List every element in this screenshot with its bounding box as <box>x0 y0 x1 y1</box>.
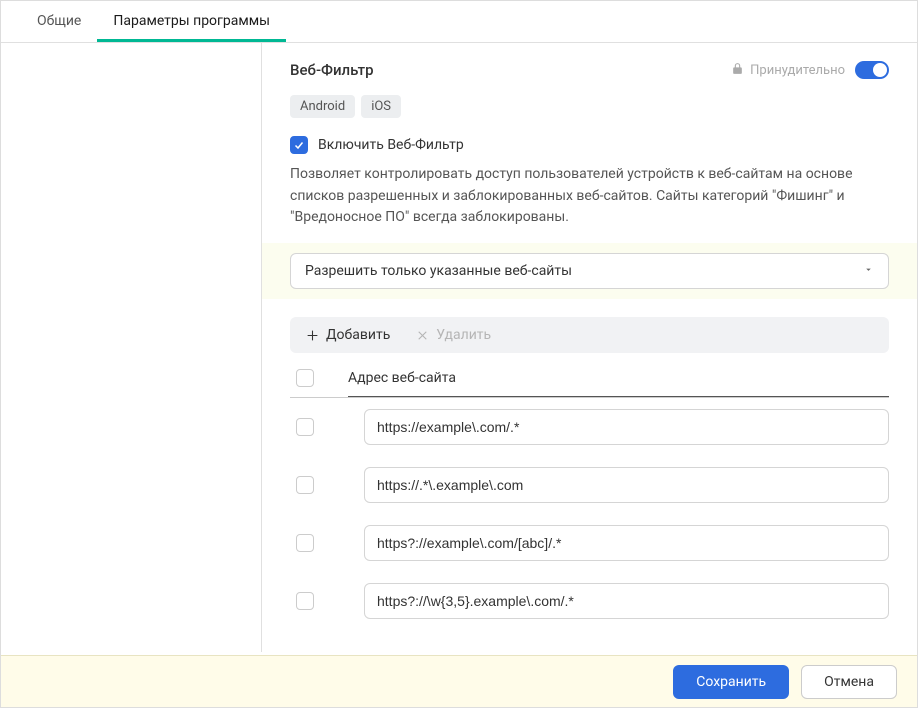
add-button-label: Добавить <box>326 327 390 343</box>
add-button[interactable]: Добавить <box>306 327 390 343</box>
platform-chips: Android iOS <box>290 95 889 118</box>
main-panel: Веб-Фильтр Принудительно Android iOS Вкл… <box>262 43 917 652</box>
row-checkbox-cell <box>290 466 348 504</box>
forced-label-text: Принудительно <box>750 63 845 78</box>
address-input[interactable] <box>364 525 889 561</box>
address-input[interactable] <box>364 409 889 445</box>
enable-webfilter-row: Включить Веб-Фильтр <box>290 136 889 154</box>
row-checkbox[interactable] <box>296 476 314 494</box>
row-checkbox[interactable] <box>296 534 314 552</box>
delete-button-label: Удалить <box>436 327 491 343</box>
content-area: Веб-Фильтр Принудительно Android iOS Вкл… <box>1 43 917 652</box>
save-button[interactable]: Сохранить <box>673 665 789 699</box>
lock-icon <box>731 62 744 79</box>
table-row <box>290 572 889 630</box>
header-address[interactable]: Адрес веб-сайта <box>348 360 889 397</box>
chip-android: Android <box>290 95 355 118</box>
sites-toolbar: Добавить Удалить <box>290 317 889 353</box>
mode-select-value: Разрешить только указанные веб-сайты <box>305 263 572 279</box>
row-checkbox[interactable] <box>296 418 314 436</box>
table-header-row: Адрес веб-сайта <box>290 359 889 398</box>
footer-bar: Сохранить Отмена <box>1 655 917 707</box>
address-input[interactable] <box>364 467 889 503</box>
row-checkbox[interactable] <box>296 592 314 610</box>
mode-select[interactable]: Разрешить только указанные веб-сайты <box>290 253 889 289</box>
webfilter-header: Веб-Фильтр Принудительно <box>290 61 889 79</box>
forced-label: Принудительно <box>731 62 845 79</box>
row-checkbox-cell <box>290 524 348 562</box>
webfilter-forced-group: Принудительно <box>731 61 889 79</box>
row-checkbox-cell <box>290 408 348 446</box>
tab-general[interactable]: Общие <box>21 1 97 42</box>
enable-webfilter-checkbox[interactable] <box>290 136 308 154</box>
table-row <box>290 514 889 572</box>
address-cell <box>364 409 889 445</box>
delete-button: Удалить <box>416 327 491 343</box>
tab-program-params[interactable]: Параметры программы <box>97 1 286 42</box>
close-icon <box>416 329 429 342</box>
webfilter-title: Веб-Фильтр <box>290 61 374 79</box>
address-input[interactable] <box>364 583 889 619</box>
address-cell <box>364 583 889 619</box>
header-checkbox-cell <box>290 359 348 397</box>
select-all-checkbox[interactable] <box>296 369 314 387</box>
row-checkbox-cell <box>290 582 348 620</box>
table-row <box>290 398 889 456</box>
sites-table: Адрес веб-сайта <box>290 359 889 630</box>
table-row <box>290 456 889 514</box>
mode-select-wrap: Разрешить только указанные веб-сайты <box>262 243 917 299</box>
webfilter-forced-toggle[interactable] <box>855 61 889 79</box>
enable-webfilter-label: Включить Веб-Фильтр <box>318 137 464 153</box>
tabs-bar: Общие Параметры программы <box>1 1 917 43</box>
webfilter-description: Позволяет контролировать доступ пользова… <box>290 164 889 229</box>
chip-ios: iOS <box>361 95 401 118</box>
plus-icon <box>306 329 319 342</box>
address-cell <box>364 525 889 561</box>
cancel-button[interactable]: Отмена <box>801 665 897 699</box>
chevron-down-icon <box>863 263 874 279</box>
address-cell <box>364 467 889 503</box>
sidebar <box>1 43 262 652</box>
